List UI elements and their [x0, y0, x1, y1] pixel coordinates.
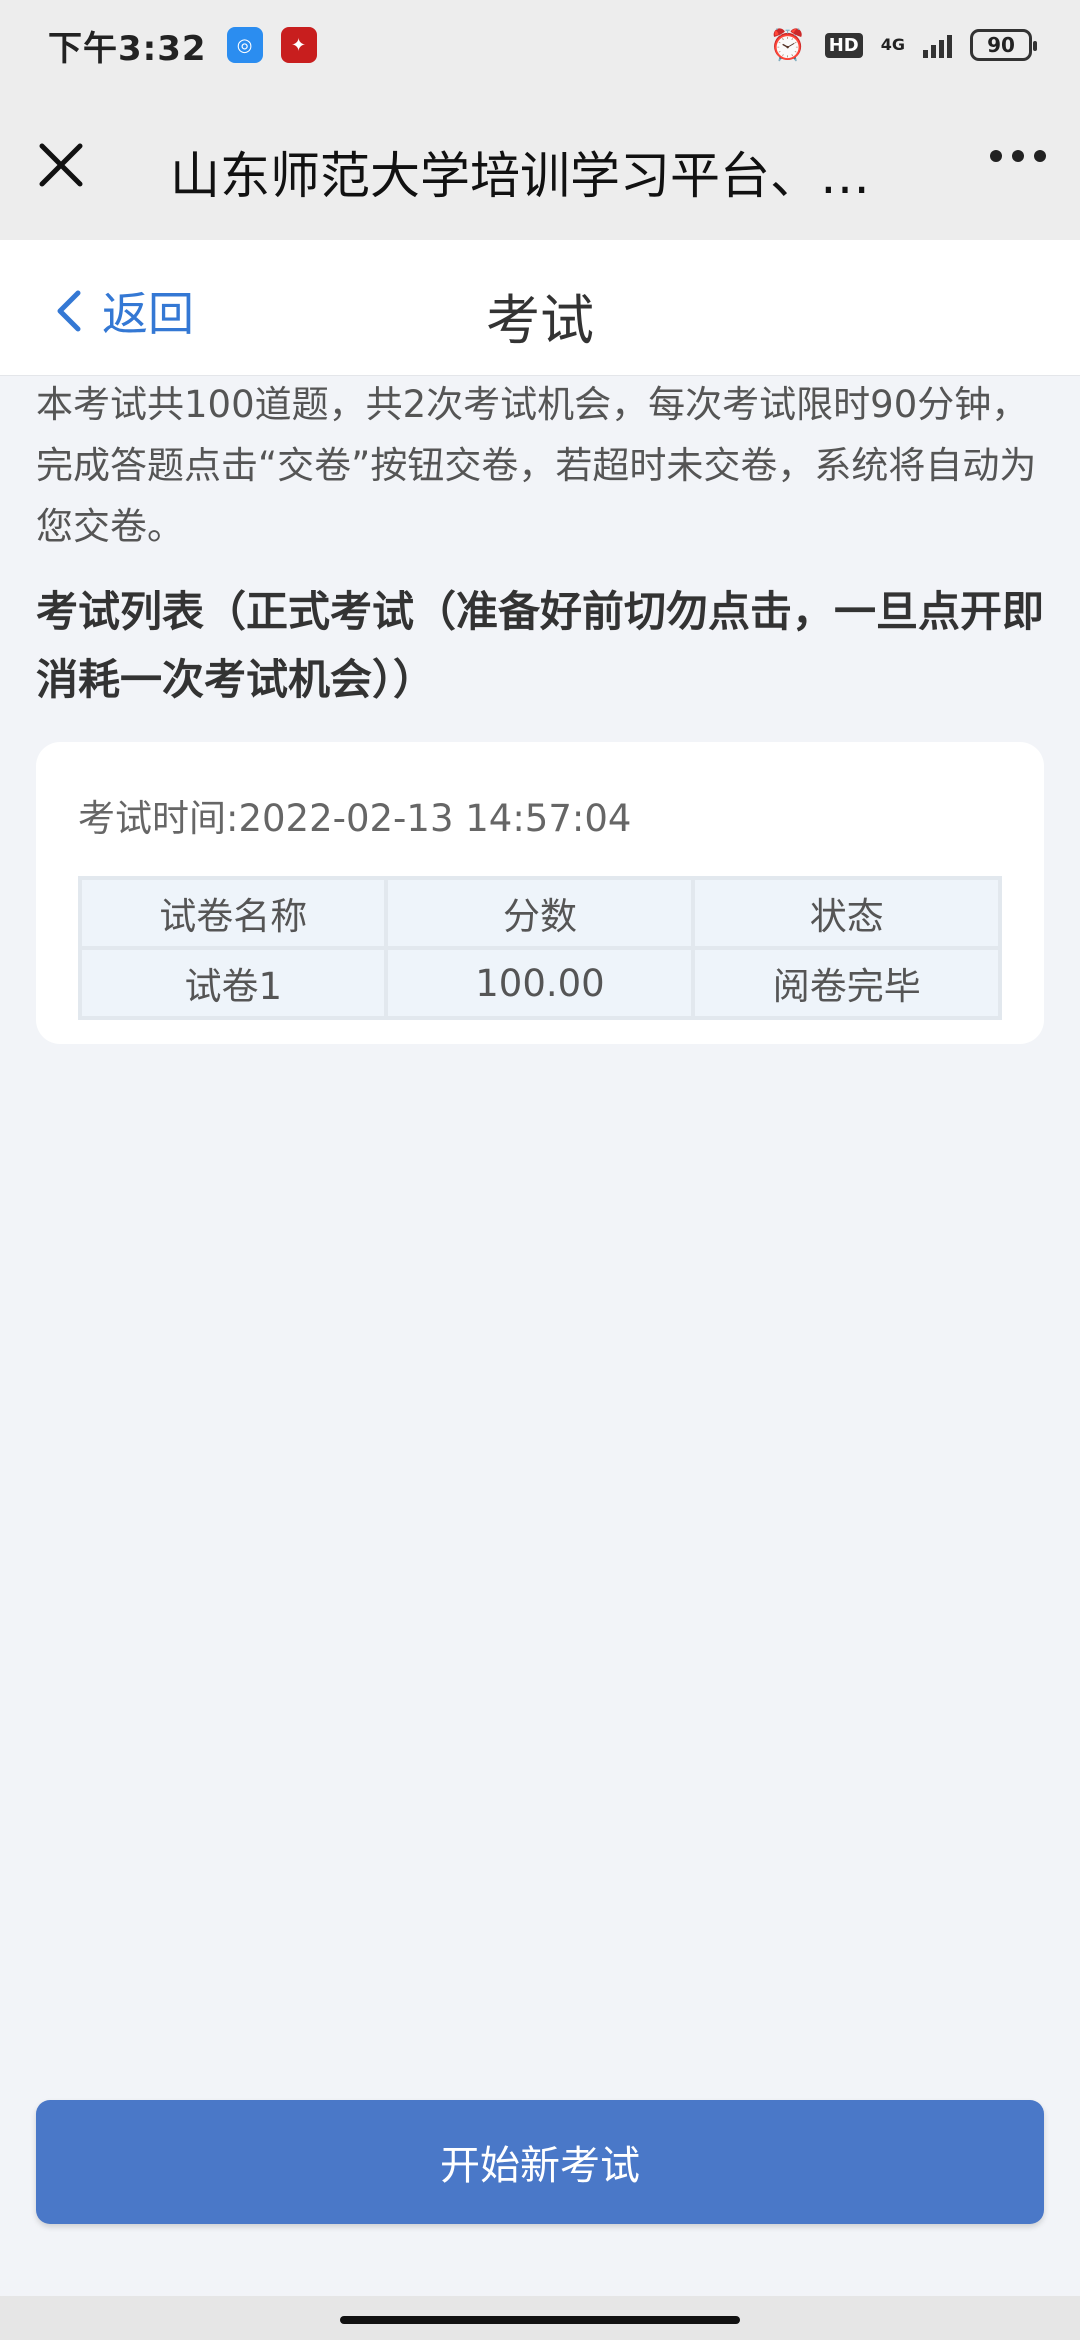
app-blue-icon: ◎: [226, 27, 263, 63]
exam-time: 考试时间:2022-02-13 14:57:04: [78, 797, 632, 840]
start-new-exam-button[interactable]: 开始新考试: [36, 2100, 1044, 2224]
exam-instructions: 本考试共100道题，共2次考试机会，每次考试限时90分钟，完成答题点击“交卷”按…: [36, 383, 1037, 548]
alarm-icon: ⏰: [769, 27, 807, 63]
table-header-row: 试卷名称 分数 状态: [82, 880, 998, 946]
column-header-paper-name: 试卷名称: [82, 880, 385, 946]
paper-name-cell[interactable]: 试卷1: [82, 950, 385, 1016]
network-type: 4G: [880, 35, 905, 54]
hd-badge: HD: [824, 32, 863, 58]
home-indicator[interactable]: [340, 2316, 740, 2324]
close-icon[interactable]: [34, 138, 88, 192]
battery-level: 90: [987, 33, 1015, 57]
status-time: 下午3:32: [48, 28, 207, 69]
battery-icon: 90: [970, 29, 1037, 61]
score-cell: 100.00: [388, 950, 692, 1016]
status-cell: 阅卷完毕: [695, 950, 998, 1016]
exam-list-title: 考试列表（正式考试（准备好前切勿点击，一旦点开即消耗一次考试机会））: [36, 587, 1045, 704]
page-title: 考试: [486, 289, 594, 352]
app-red-icon: ✦: [280, 27, 317, 63]
status-indicators: ⏰ HD 4G 90: [769, 27, 1037, 63]
status-bar: 下午3:32 ◎ ✦ ⏰ HD 4G 90: [0, 0, 1080, 90]
signal-icon: [923, 32, 952, 58]
column-header-score: 分数: [388, 880, 692, 946]
webview-title: 山东师范大学培训学习平台、…: [170, 147, 870, 205]
exam-card: 考试时间:2022-02-13 14:57:04 试卷名称 分数 状态 试卷1 …: [36, 742, 1044, 1044]
webview-toolbar: 山东师范大学培训学习平台、…: [0, 90, 1080, 240]
exam-table: 试卷名称 分数 状态 试卷1 100.00 阅卷完毕: [78, 876, 1002, 1020]
more-icon[interactable]: [990, 150, 1046, 162]
page-header: 返回 考试: [0, 240, 1080, 376]
table-row[interactable]: 试卷1 100.00 阅卷完毕: [82, 950, 998, 1016]
column-header-status: 状态: [695, 880, 998, 946]
